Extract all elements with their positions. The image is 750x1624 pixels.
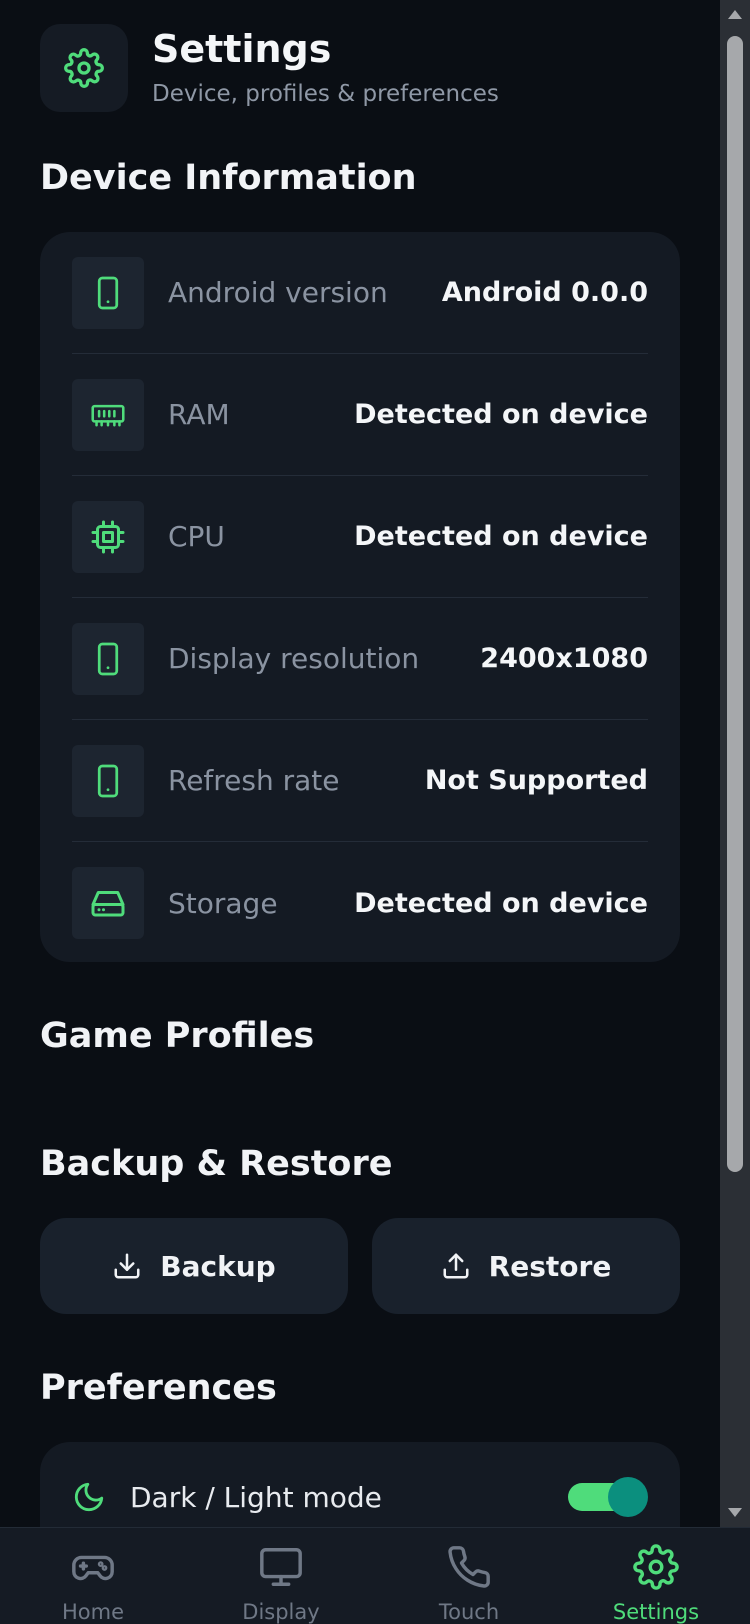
info-row-ram: RAM Detected on device [72, 354, 648, 476]
info-value: Android 0.0.0 [441, 277, 648, 308]
info-icon-container [72, 744, 144, 817]
info-label: CPU [168, 520, 225, 553]
cpu-icon [91, 520, 125, 553]
info-value: Detected on device [354, 887, 648, 919]
info-row-android-version: Android version Android 0.0.0 [72, 232, 648, 354]
nav-label: Display [242, 1600, 320, 1624]
info-label: Refresh rate [168, 764, 340, 797]
section-title-backup-restore: Backup & Restore [40, 1144, 393, 1184]
scroll-thumb[interactable] [727, 36, 743, 1172]
settings-screen: Settings Device, profiles & preferences … [0, 0, 750, 1624]
device-info-card: Android version Android 0.0.0 RAM Detect… [40, 232, 680, 962]
section-title-preferences: Preferences [40, 1368, 277, 1408]
info-label: RAM [168, 398, 230, 431]
info-label: Display resolution [168, 642, 420, 675]
nav-label: Home [61, 1600, 124, 1624]
info-icon-container [72, 622, 144, 695]
moon-icon [74, 1482, 104, 1512]
dark-mode-label: Dark / Light mode [130, 1480, 382, 1514]
monitor-icon [260, 1548, 302, 1586]
scroll-content: Settings Device, profiles & preferences … [0, 0, 720, 1527]
restore-button-label: Restore [488, 1249, 612, 1283]
nav-item-touch[interactable]: Touch [394, 1528, 544, 1624]
bottom-nav: Home Display Touch Settings [0, 1527, 750, 1624]
backup-button[interactable]: Backup [40, 1218, 348, 1314]
nav-item-settings[interactable]: Settings [581, 1528, 731, 1624]
storage-icon [91, 891, 125, 917]
header-icon-container [40, 24, 128, 112]
nav-item-display[interactable]: Display [206, 1528, 356, 1624]
download-icon [114, 1253, 140, 1279]
info-label: Android version [168, 276, 388, 309]
info-icon-container [72, 867, 144, 939]
info-value: Detected on device [354, 521, 648, 552]
header-text: Settings Device, profiles & preferences [152, 27, 499, 107]
gamepad-icon [72, 1555, 114, 1581]
page-title: Settings [152, 27, 332, 72]
backup-button-label: Backup [160, 1249, 276, 1283]
scroll-up-arrow[interactable] [728, 10, 742, 19]
upload-icon [443, 1253, 469, 1279]
nav-item-home[interactable]: Home [18, 1528, 168, 1624]
toggle-knob [608, 1477, 648, 1517]
info-row-storage: Storage Detected on device [72, 842, 648, 964]
gear-icon [633, 1544, 679, 1590]
gear-icon [64, 48, 104, 88]
nav-label: Settings [612, 1600, 700, 1624]
preferences-card: Dark / Light mode [40, 1442, 680, 1527]
phone-icon [97, 642, 119, 675]
dark-mode-toggle[interactable] [568, 1477, 648, 1517]
info-row-cpu: CPU Detected on device [72, 476, 648, 598]
info-row-refresh-rate: Refresh rate Not Supported [72, 720, 648, 842]
phone-icon [97, 276, 119, 309]
info-icon-container [72, 378, 144, 451]
info-icon-container [72, 500, 144, 573]
nav-label: Touch [438, 1600, 500, 1624]
info-row-display-resolution: Display resolution 2400x1080 [72, 598, 648, 720]
info-value: Detected on device [354, 399, 648, 430]
page-header: Settings Device, profiles & preferences [40, 24, 499, 112]
phone-icon [97, 764, 119, 797]
pref-row-dark-mode: Dark / Light mode [72, 1472, 648, 1522]
section-title-device-information: Device Information [40, 158, 417, 198]
restore-button[interactable]: Restore [372, 1218, 680, 1314]
scroll-down-arrow[interactable] [728, 1508, 742, 1517]
phone-call-icon [448, 1546, 490, 1588]
info-label: Storage [168, 886, 278, 920]
page-subtitle: Device, profiles & preferences [152, 80, 499, 107]
info-value: 2400x1080 [480, 643, 648, 674]
info-icon-container [72, 256, 144, 329]
ram-icon [91, 404, 125, 426]
info-value: Not Supported [424, 765, 648, 796]
scrollbar[interactable] [720, 0, 750, 1527]
section-title-game-profiles: Game Profiles [40, 1016, 315, 1056]
